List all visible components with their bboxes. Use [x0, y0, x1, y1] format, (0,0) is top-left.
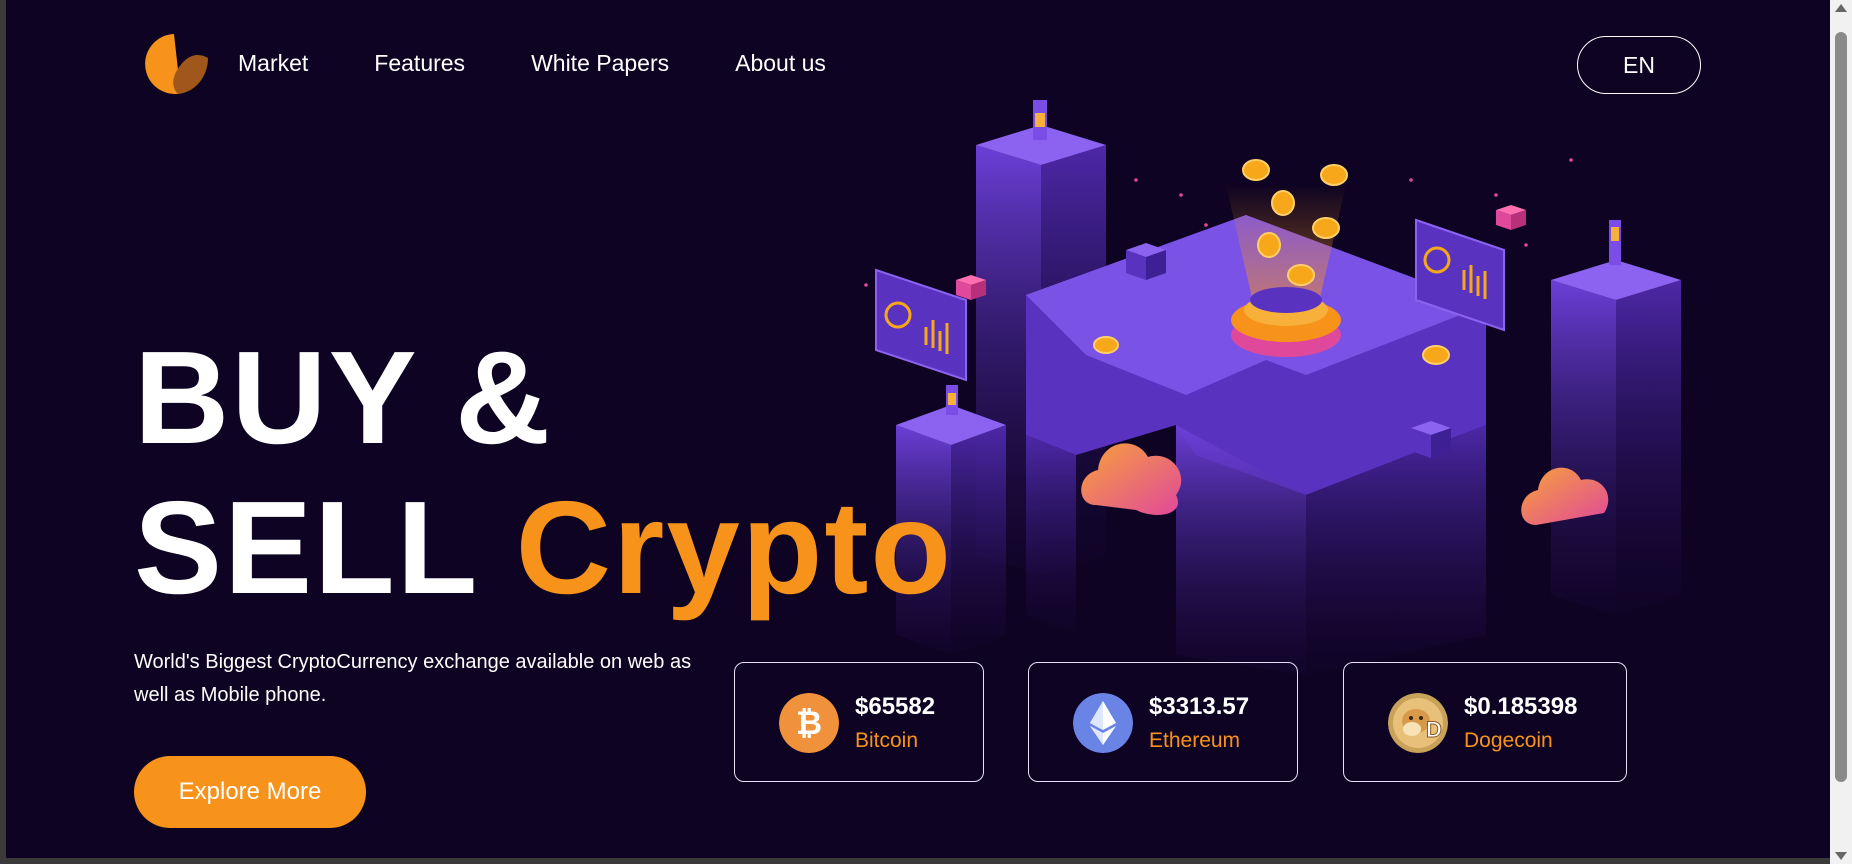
ethereum-icon — [1073, 693, 1133, 753]
nav-features[interactable]: Features — [374, 50, 465, 77]
coin-card-dogecoin[interactable]: D $0.185398 Dogecoin — [1343, 662, 1627, 782]
coin-name: Dogecoin — [1464, 729, 1553, 752]
coin-price: $0.185398 — [1464, 693, 1578, 720]
coin-name: Ethereum — [1149, 729, 1241, 752]
explore-more-button[interactable]: Explore More — [134, 756, 366, 828]
hero-subtitle: World's Biggest CryptoCurrency exchange … — [134, 651, 692, 706]
nav-market[interactable]: Market — [238, 50, 308, 77]
vertical-scrollbar[interactable] — [1830, 0, 1852, 864]
coin-card-ethereum[interactable]: $3313.57 Ethereum — [1028, 662, 1298, 782]
language-button[interactable]: EN — [1577, 36, 1701, 94]
nav-white-papers[interactable]: White Papers — [531, 50, 669, 77]
coin-card-bitcoin[interactable]: ₿ $65582 Bitcoin — [734, 662, 984, 782]
brand-logo-icon[interactable] — [138, 32, 210, 96]
scrollbar-thumb[interactable] — [1835, 32, 1847, 782]
hero-heading-crypto: Crypto — [515, 474, 953, 621]
coin-price: $3313.57 — [1149, 693, 1250, 720]
main-nav: Market Features White Papers About us — [238, 50, 892, 77]
crypto-city-illustration — [864, 100, 1681, 675]
nav-about-us[interactable]: About us — [735, 50, 826, 77]
bitcoin-icon: ₿ — [779, 693, 839, 753]
svg-text:₿: ₿ — [796, 705, 822, 741]
hero-heading-line2: SELL Crypto — [134, 482, 953, 614]
scroll-down-arrow-icon[interactable] — [1835, 852, 1847, 860]
dogecoin-icon: D — [1388, 693, 1448, 753]
scroll-up-arrow-icon[interactable] — [1835, 4, 1847, 12]
hero-heading-line1: BUY & — [134, 324, 553, 471]
coin-name: Bitcoin — [855, 729, 919, 752]
landing-page: Market Features White Papers About us EN — [6, 0, 1830, 858]
svg-text:D: D — [1426, 717, 1442, 742]
hero-heading-sell: SELL — [134, 474, 477, 621]
coin-price: $65582 — [855, 693, 936, 720]
